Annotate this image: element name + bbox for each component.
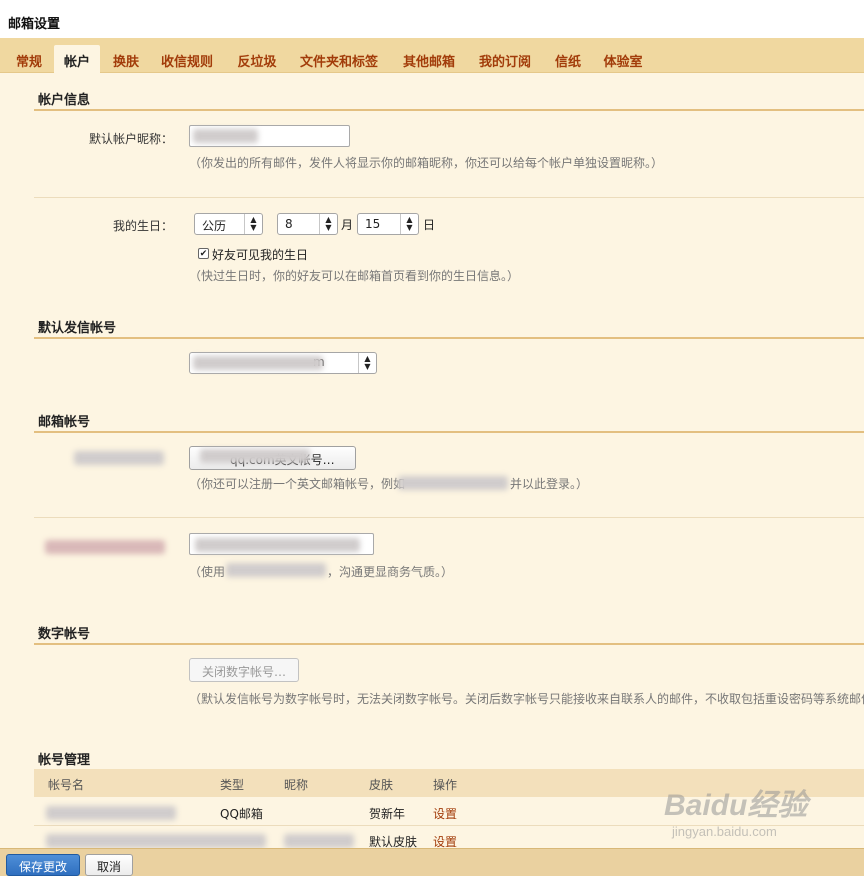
section-title-account-info: 帐户信息 [34, 85, 864, 111]
default-sender-redacted [193, 356, 323, 370]
close-digital-account-button[interactable]: 关闭数字帐号… [189, 658, 299, 682]
account-type: QQ邮箱 [220, 807, 263, 821]
nickname-hint: （你发出的所有邮件，发件人将显示你的邮箱昵称，你还可以给每个帐户单独设置昵称。） [189, 156, 664, 170]
business-account-redacted [45, 540, 165, 554]
divider [34, 197, 864, 198]
settings-tab-bar: 常规 帐户 换肤 收信规则 反垃圾 文件夹和标签 其他邮箱 我的订阅 信纸 体验… [0, 38, 864, 73]
month-unit: 月 [341, 218, 354, 232]
calendar-type-select[interactable]: 公历 ▲ ▼ [194, 213, 263, 235]
watermark-logo: Baidu经验 [664, 789, 808, 822]
section-title-account-manage: 帐号管理 [34, 745, 864, 771]
column-skin: 皮肤 [369, 778, 394, 792]
tab-stationery[interactable]: 信纸 [547, 45, 589, 73]
tab-other-mailbox[interactable]: 其他邮箱 [395, 45, 463, 73]
column-action: 操作 [433, 778, 458, 792]
section-title-default-sender: 默认发信帐号 [34, 313, 864, 339]
column-nickname: 昵称 [284, 778, 309, 792]
tab-anti-spam[interactable]: 反垃圾 [229, 45, 285, 73]
month-value: 8 [285, 217, 293, 231]
account-settings-link[interactable]: 设置 [433, 805, 457, 822]
footer-bar: 保存更改 取消 [0, 848, 864, 876]
account-skin: 贺新年 [369, 807, 406, 821]
column-account-name: 帐号名 [48, 778, 85, 792]
account-settings-link[interactable]: 设置 [433, 833, 457, 848]
tab-skin[interactable]: 换肤 [105, 45, 147, 73]
account-redacted [74, 451, 164, 465]
watermark-url: jingyan.baidu.com [672, 824, 777, 839]
business-input-redacted [195, 538, 360, 552]
tab-subscriptions[interactable]: 我的订阅 [471, 45, 539, 73]
baidu-watermark: Baidu经验 jingyan.baidu.com [660, 780, 860, 850]
column-type: 类型 [220, 778, 245, 792]
select-arrows-icon: ▲ ▼ [244, 214, 262, 234]
settings-content: 帐户信息 默认帐户昵称： （你发出的所有邮件，发件人将显示你的邮箱昵称，你还可以… [0, 73, 864, 848]
register-hint-redacted [398, 476, 508, 490]
register-button-redacted [200, 449, 310, 463]
calendar-type-value: 公历 [202, 219, 227, 233]
business-hint-end: ，沟通更显商务气质。） [327, 565, 454, 579]
birthday-hint: （快过生日时，你的好友可以在邮箱首页看到你的生日信息。） [189, 269, 520, 283]
business-hint-start: （使用 [189, 565, 226, 579]
month-select[interactable]: 8 ▲ ▼ [277, 213, 338, 235]
account-name-redacted [46, 806, 176, 820]
nickname-label: 默认帐户昵称： [88, 132, 173, 146]
register-hint-start: （你还可以注册一个英文邮箱帐号，例如 [189, 477, 406, 491]
window-title: 邮箱设置 [0, 0, 864, 38]
tab-account[interactable]: 帐户 [54, 45, 100, 73]
tab-labs[interactable]: 体验室 [595, 45, 651, 73]
friends-visible-label: 好友可见我的生日 [212, 248, 309, 262]
day-value: 15 [365, 217, 381, 231]
register-hint-end: 并以此登录。） [510, 477, 589, 491]
account-skin: 默认皮肤 [369, 835, 418, 848]
nickname-redacted [284, 834, 354, 848]
friends-visible-checkbox[interactable]: ✔ [198, 248, 209, 259]
tab-receive-rules[interactable]: 收信规则 [153, 45, 221, 73]
birthday-label: 我的生日： [112, 219, 173, 233]
select-arrows-icon: ▲ ▼ [319, 214, 337, 234]
day-unit: 日 [423, 218, 436, 232]
section-title-digital-account: 数字帐号 [34, 619, 864, 645]
tab-general[interactable]: 常规 [8, 45, 50, 73]
divider [34, 517, 864, 518]
account-name-redacted [46, 834, 266, 848]
save-button[interactable]: 保存更改 [6, 854, 80, 876]
cancel-button[interactable]: 取消 [85, 854, 133, 876]
select-arrows-icon: ▲ ▼ [400, 214, 418, 234]
section-title-mail-account: 邮箱帐号 [34, 407, 864, 433]
business-hint-redacted [226, 563, 326, 577]
digital-account-hint: （默认发信帐号为数字帐号时，无法关闭数字帐号。关闭后数字帐号只能接收来自联系人的… [189, 692, 864, 706]
day-select[interactable]: 15 ▲ ▼ [357, 213, 419, 235]
select-arrows-icon: ▲ ▼ [358, 353, 376, 373]
tab-folders-labels[interactable]: 文件夹和标签 [291, 45, 387, 73]
nickname-redacted [193, 129, 258, 143]
